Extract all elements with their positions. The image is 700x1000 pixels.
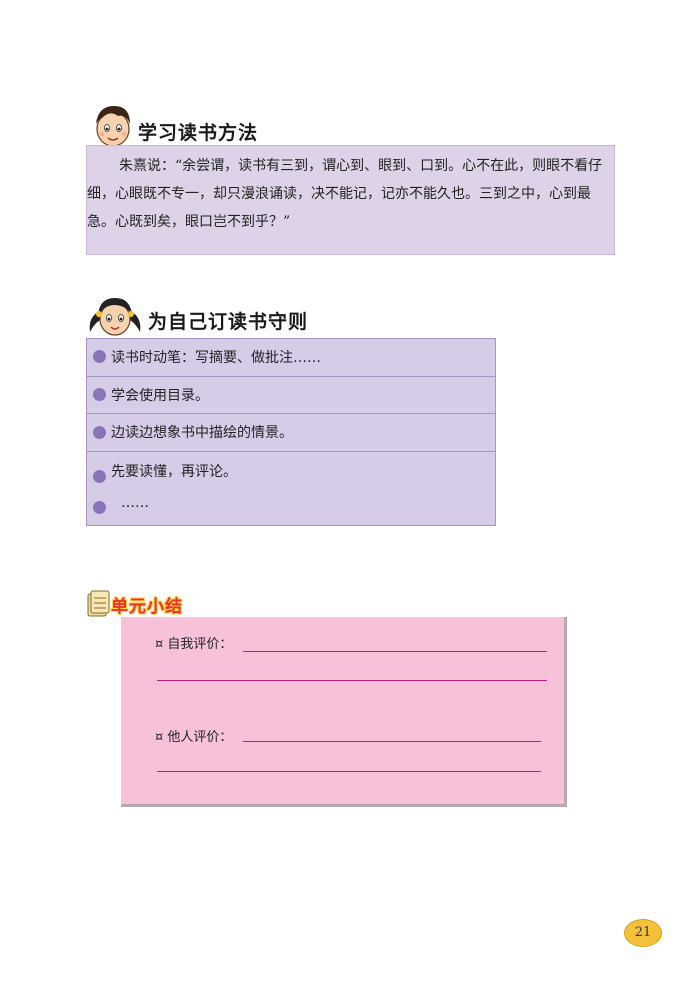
list-item: 边读边想象书中描绘的情景。 bbox=[87, 414, 495, 452]
reading-rules-list: 读书时动笔：写摘要、做批注…… 学会使用目录。 边读边想象书中描绘的情景。 先要… bbox=[86, 338, 496, 526]
list-item: 学会使用目录。 bbox=[87, 377, 495, 414]
page-number: 21 bbox=[624, 919, 662, 947]
self-eval-line-1[interactable] bbox=[243, 651, 547, 652]
evaluation-box: ¤ 自我评价： ¤ 他人评价： bbox=[121, 617, 567, 807]
girl-avatar-icon bbox=[89, 298, 141, 336]
boy-avatar-icon bbox=[96, 106, 130, 147]
rule-text: 学会使用目录。 bbox=[111, 388, 209, 404]
list-item: 读书时动笔：写摘要、做批注…… bbox=[87, 339, 495, 377]
bullet-icon bbox=[93, 388, 106, 401]
others-eval-label: ¤ 他人评价： bbox=[155, 730, 233, 745]
bullet-icon bbox=[93, 501, 106, 514]
self-eval-line-2[interactable] bbox=[157, 680, 547, 681]
rule-text: 边读边想象书中描绘的情景。 bbox=[111, 425, 293, 441]
section-title-reading-rules: 为自己订读书守则 bbox=[148, 311, 309, 333]
list-item: …… bbox=[87, 488, 495, 525]
unit-summary-title: 单元小结 bbox=[111, 597, 183, 617]
bullet-icon bbox=[93, 470, 106, 483]
others-eval-line-2[interactable] bbox=[157, 771, 541, 772]
zhuxi-quote: 朱熹说：“余尝谓，读书有三到，谓心到、眼到、口到。心不在此，则眼不看仔细，心眼既… bbox=[87, 158, 603, 230]
section-title-reading-method: 学习读书方法 bbox=[138, 122, 259, 144]
rule-text: 先要读懂，再评论。 bbox=[111, 464, 237, 480]
quote-box: 朱熹说：“余尝谓，读书有三到，谓心到、眼到、口到。心不在此，则眼不看仔细，心眼既… bbox=[86, 145, 615, 255]
bullet-icon bbox=[93, 426, 106, 439]
self-eval-label: ¤ 自我评价： bbox=[155, 637, 233, 652]
rule-text: 读书时动笔：写摘要、做批注…… bbox=[111, 350, 321, 366]
bullet-icon bbox=[93, 350, 106, 363]
list-item: 先要读懂，再评论。 bbox=[87, 452, 495, 488]
rule-text: …… bbox=[121, 495, 149, 511]
others-eval-line-1[interactable] bbox=[243, 741, 541, 742]
